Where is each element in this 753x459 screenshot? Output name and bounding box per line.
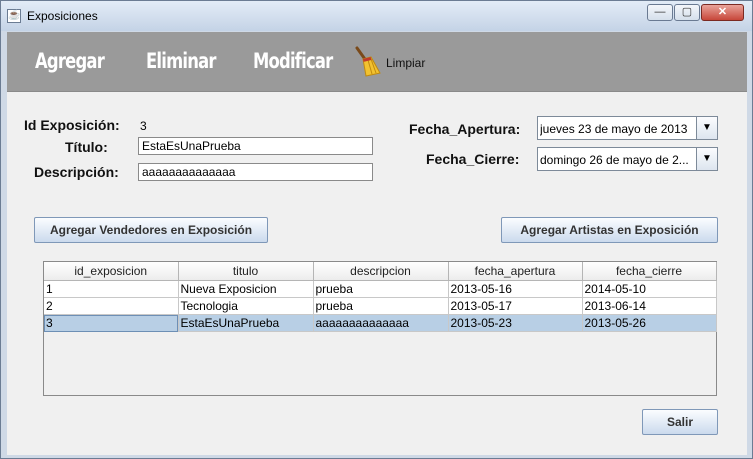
close-button[interactable]: ✕ — [701, 4, 744, 21]
table-cell[interactable]: aaaaaaaaaaaaaa — [313, 314, 449, 332]
modificar-button[interactable]: Modificar — [253, 49, 333, 73]
agregar-button[interactable]: Agregar — [35, 49, 105, 73]
table-row[interactable]: 1 Nueva Exposicion prueba 2013-05-16 201… — [44, 280, 717, 298]
fecha-cierre-picker[interactable]: domingo 26 de mayo de 2... ▼ — [537, 147, 718, 171]
id-exposicion-label: Id Exposición: — [24, 117, 120, 133]
column-header[interactable]: id_exposicion — [44, 262, 179, 281]
table-cell[interactable]: 1 — [44, 280, 179, 298]
table-cell[interactable]: 2 — [44, 297, 179, 315]
fecha-apertura-picker[interactable]: jueves 23 de mayo de 2013 ▼ — [537, 116, 718, 140]
table-row[interactable]: 2 Tecnologia prueba 2013-05-17 2013-06-1… — [44, 297, 717, 315]
table-cell[interactable]: 2013-05-17 — [448, 297, 583, 315]
application-window: ☕ Exposiciones — ▢ ✕ Agregar Eliminar Mo… — [0, 0, 753, 459]
limpiar-label: Limpiar — [386, 56, 426, 70]
maximize-button[interactable]: ▢ — [674, 4, 700, 21]
fecha-cierre-value: domingo 26 de mayo de 2... — [540, 153, 689, 167]
table-cell[interactable]: Nueva Exposicion — [178, 280, 314, 298]
java-cup-icon: ☕ — [7, 9, 21, 23]
table-cell[interactable]: 2013-06-14 — [582, 297, 717, 315]
eliminar-button[interactable]: Eliminar — [146, 49, 216, 73]
table-cell[interactable]: Tecnologia — [178, 297, 314, 315]
minimize-button[interactable]: — — [647, 4, 673, 21]
toolbar: Agregar Eliminar Modificar Limpiar — [7, 32, 747, 92]
column-header[interactable]: fecha_apertura — [448, 262, 583, 281]
descripcion-label: Descripción: — [34, 164, 119, 180]
column-header[interactable]: descripcion — [313, 262, 449, 281]
chevron-down-icon[interactable]: ▼ — [696, 117, 717, 139]
agregar-artistas-button[interactable]: Agregar Artistas en Exposición — [501, 217, 718, 243]
table-cell[interactable]: 2013-05-26 — [582, 314, 717, 332]
table-cell[interactable]: prueba — [313, 297, 449, 315]
fecha-apertura-value: jueves 23 de mayo de 2013 — [540, 122, 688, 136]
client-area: Agregar Eliminar Modificar Limpiar Id Ex… — [7, 32, 747, 455]
table-cell[interactable]: 2013-05-16 — [448, 280, 583, 298]
table-header-row: id_exposicion titulo descripcion fecha_a… — [44, 262, 717, 281]
table-cell[interactable]: prueba — [313, 280, 449, 298]
table-row-selected[interactable]: 3 EstaEsUnaPrueba aaaaaaaaaaaaaa 2013-05… — [44, 314, 717, 332]
table-cell[interactable]: 3 — [44, 314, 179, 332]
titulo-label: Título: — [65, 139, 108, 155]
fecha-cierre-label: Fecha_Cierre: — [426, 151, 520, 167]
exposiciones-table[interactable]: id_exposicion titulo descripcion fecha_a… — [43, 261, 717, 396]
fecha-apertura-label: Fecha_Apertura: — [409, 121, 521, 137]
column-header[interactable]: titulo — [178, 262, 314, 281]
agregar-vendedores-button[interactable]: Agregar Vendedores en Exposición — [34, 217, 268, 243]
title-bar[interactable]: ☕ Exposiciones — ▢ ✕ — [1, 1, 752, 31]
broom-icon — [355, 46, 381, 77]
table-cell[interactable]: EstaEsUnaPrueba — [178, 314, 314, 332]
chevron-down-icon[interactable]: ▼ — [696, 148, 717, 170]
table-cell[interactable]: 2014-05-10 — [582, 280, 717, 298]
salir-button[interactable]: Salir — [642, 409, 718, 435]
id-exposicion-value: 3 — [140, 119, 147, 133]
column-header[interactable]: fecha_cierre — [582, 262, 717, 281]
window-title: Exposiciones — [27, 9, 98, 23]
descripcion-input[interactable]: aaaaaaaaaaaaaa — [138, 163, 373, 181]
table-cell[interactable]: 2013-05-23 — [448, 314, 583, 332]
titulo-input[interactable]: EstaEsUnaPrueba — [138, 137, 373, 155]
